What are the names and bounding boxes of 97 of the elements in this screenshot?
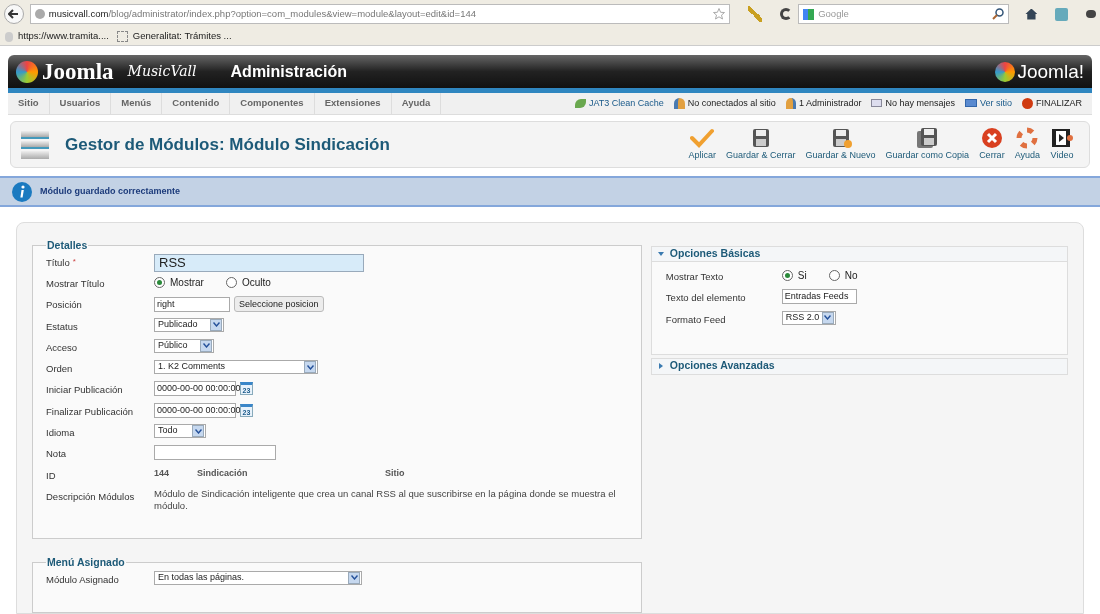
home-icon[interactable] — [1025, 8, 1038, 20]
joomla-logo-text: Joomla — [42, 60, 114, 84]
radio-button[interactable] — [828, 269, 840, 281]
field-label: Título * — [46, 255, 77, 270]
field-label: Orden — [46, 362, 74, 377]
field-label: ID — [46, 468, 57, 483]
chevron-down-icon — [821, 311, 834, 324]
radio-label: No — [844, 268, 858, 283]
toolbar-button[interactable]: Cerrar — [974, 126, 1010, 163]
radio-label: Si — [797, 268, 807, 283]
dropdown[interactable]: 1. K2 Comments — [154, 360, 318, 375]
title-field[interactable]: RSS — [154, 253, 364, 272]
position-field[interactable]: right — [154, 296, 230, 312]
menu-item[interactable]: Usuarios — [49, 92, 112, 114]
joomla-logo-icon — [995, 61, 1016, 82]
page-title: Gestor de Módulos: Módulo Sindicación — [65, 133, 390, 156]
lifebuoy-icon — [1015, 126, 1040, 149]
dropdown[interactable]: Publicado — [154, 317, 224, 332]
musicvall-logo: MusicVall — [127, 62, 197, 82]
dropdown[interactable]: Público — [154, 338, 214, 353]
caret-down-icon — [657, 250, 664, 257]
toolbar-button[interactable]: Aplicar — [683, 126, 721, 163]
dropdown[interactable]: RSS 2.0 — [781, 310, 836, 325]
field-label: Mostrar Título — [46, 277, 106, 291]
joomla-logo-icon — [16, 60, 38, 83]
url-text: musicvall.com/blog/administrator/index.php?option=com_modules&view=module&layout=edit&id=144 — [48, 6, 476, 21]
leaf-icon — [574, 98, 586, 108]
field-label: Acceso — [46, 340, 79, 355]
checkmark-icon — [690, 126, 715, 149]
menu-item[interactable]: Contenido — [162, 92, 231, 114]
info-value: Sitio — [385, 466, 405, 480]
field-label: Finalizar Publicación — [46, 404, 135, 419]
joomla-brand-logo: Joomla! — [1017, 62, 1084, 82]
status-link[interactable]: 1 Administrador — [798, 96, 862, 111]
status-link[interactable]: FINALIZAR — [1036, 96, 1082, 111]
text-field[interactable] — [154, 445, 276, 461]
bookmark-link[interactable]: Generalitat: Trámites ... — [116, 29, 232, 44]
radio-button[interactable] — [225, 277, 237, 288]
field-label: Módulo Asignado — [46, 572, 120, 587]
dropdown[interactable]: Todo — [154, 424, 206, 439]
field-label: Texto del elemento — [665, 291, 747, 306]
radio-label: Mostrar — [170, 276, 204, 290]
field-label: Nota — [46, 447, 68, 462]
toolbar-button[interactable]: Ayuda — [1009, 126, 1045, 163]
close-icon — [979, 126, 1004, 149]
radio-label: Oculto — [241, 276, 271, 290]
radio-button[interactable] — [781, 269, 793, 281]
dropdown[interactable]: En todas las páginas. — [154, 570, 362, 585]
chevron-down-icon — [200, 339, 212, 352]
toolbar-button[interactable]: Guardar & Cerrar — [721, 126, 801, 163]
module-manager-icon — [21, 130, 49, 159]
back-button[interactable] — [4, 4, 24, 24]
chevron-down-icon — [210, 318, 222, 331]
star-icon[interactable] — [713, 8, 726, 20]
accordion-header[interactable]: Opciones Avanzadas — [651, 358, 1067, 374]
info-value: Sindicación — [197, 466, 249, 480]
chevron-down-icon — [304, 361, 316, 374]
module-description: Módulo de Sindicación inteligente que crea un canal RSS al que suscribirse en la página donde se muestra el módulo. — [154, 487, 617, 512]
text-field[interactable]: Entradas Feeds — [781, 289, 857, 305]
select-position-button[interactable]: Seleccione posicion — [234, 296, 324, 313]
toolbar-button[interactable]: Video — [1045, 126, 1079, 163]
accordion-header[interactable]: Opciones Básicas — [651, 246, 1067, 262]
menu-item[interactable]: Sitio — [8, 92, 50, 114]
bookmark-link[interactable]: https://www.tramita.... — [5, 29, 109, 44]
status-link[interactable]: Ver sitio — [979, 96, 1012, 111]
toolbar-button[interactable]: Guardar como Copia — [880, 126, 975, 163]
field-label: Iniciar Publicación — [46, 383, 124, 398]
page-icon — [116, 31, 128, 42]
monitor-icon — [964, 99, 977, 108]
menu-item[interactable]: Ayuda — [391, 92, 442, 114]
field-label: Descripción Módulos — [46, 489, 136, 504]
chevron-down-icon — [192, 425, 204, 438]
status-link[interactable]: JAT3 Clean Cache — [588, 96, 664, 111]
field-label: Idioma — [46, 426, 76, 441]
fieldset-legend: Menú Asignado — [46, 554, 126, 571]
menu-item[interactable]: Menús — [111, 92, 163, 114]
info-value: 144 — [154, 466, 171, 480]
menu-item[interactable]: Componentes — [230, 92, 315, 114]
back-arrow-icon — [8, 9, 20, 19]
header-title: Administración — [230, 61, 347, 82]
toolbar-button[interactable]: Guardar & Nuevo — [800, 126, 881, 163]
fieldset-legend: Detalles — [46, 237, 89, 254]
radio-button[interactable] — [154, 277, 165, 288]
field-label: Posición — [46, 298, 83, 313]
status-link[interactable]: No hay mensajes — [885, 96, 955, 111]
chevron-down-icon — [348, 571, 360, 584]
floppy-disks-icon — [915, 126, 940, 149]
message-text: Módulo guardado correctamente — [40, 184, 181, 198]
film-play-icon — [1050, 126, 1074, 149]
search-icon[interactable] — [992, 8, 1005, 20]
address-bar[interactable]: musicvall.com/blog/administrator/index.php?option=com_modules&view=module&layout=edit&id=144 — [29, 4, 731, 24]
field-label: Estatus — [46, 319, 79, 334]
field-label: Formato Feed — [665, 312, 727, 327]
field-label: Mostrar Texto — [665, 269, 725, 284]
status-link[interactable]: No conectados al sitio — [687, 96, 776, 111]
menu-item[interactable]: Extensiones — [314, 92, 392, 114]
caret-right-icon — [657, 363, 664, 370]
